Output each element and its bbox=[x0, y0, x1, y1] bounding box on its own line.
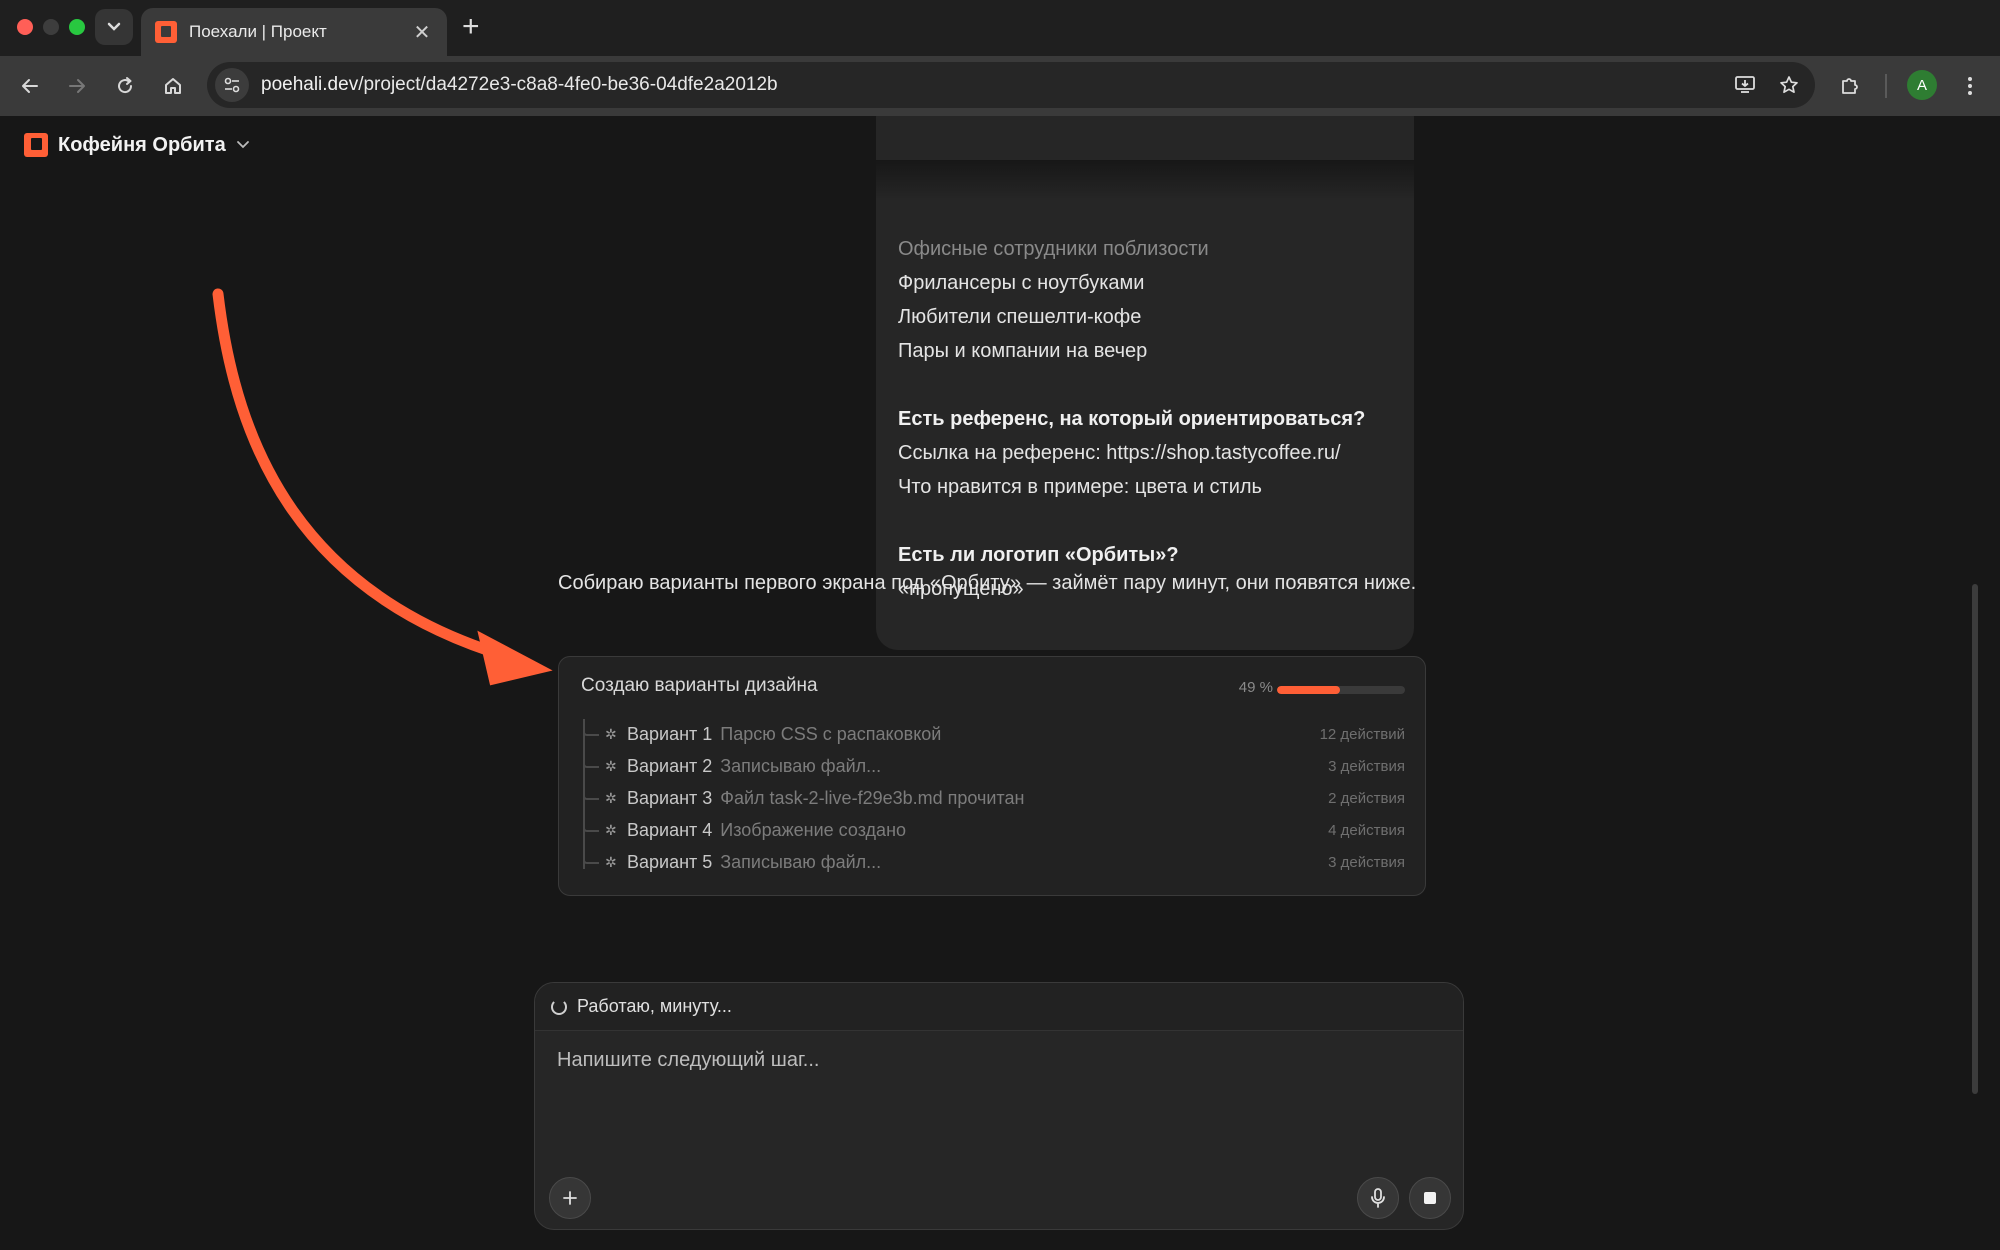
variant-row: ✲ Вариант 1 Парсю CSS с распаковкой 12 д… bbox=[583, 719, 1405, 749]
microphone-icon bbox=[1371, 1188, 1385, 1208]
new-tab-button[interactable]: + bbox=[462, 10, 480, 44]
reload-icon bbox=[118, 77, 133, 94]
variant-actions-count: 2 действия bbox=[1328, 789, 1405, 807]
variant-name: Вариант 5 bbox=[627, 851, 713, 872]
window-minimize-button[interactable] bbox=[43, 19, 59, 35]
tab-close-icon[interactable]: ✕ bbox=[411, 20, 433, 45]
variant-row: ✲ Вариант 5 Записываю файл... 3 действия bbox=[583, 847, 1405, 877]
chevron-down-icon bbox=[107, 22, 121, 31]
arrow-left-icon bbox=[22, 79, 38, 93]
variant-status: Записываю файл... bbox=[720, 851, 882, 872]
arrow-right-icon bbox=[69, 79, 85, 93]
chevron-down-icon bbox=[236, 141, 249, 149]
browser-tab-bar: Поехали | Проект ✕ + bbox=[0, 0, 2000, 56]
variant-status-icon: ✲ bbox=[605, 821, 617, 838]
home-button[interactable] bbox=[155, 68, 191, 104]
plus-icon bbox=[563, 1191, 577, 1205]
audience-item: Фрилансеры с ноутбуками bbox=[898, 272, 1145, 294]
address-bar[interactable]: poehali.dev/project/da4272e3-c8a8-4fe0-b… bbox=[207, 62, 1815, 108]
variant-status: Файл task-2-live-f29e3b.md прочитан bbox=[720, 787, 1025, 808]
extensions-button[interactable] bbox=[1832, 68, 1868, 104]
variant-actions-count: 3 действия bbox=[1328, 757, 1405, 775]
variant-status: Записываю файл... bbox=[720, 755, 882, 776]
project-name: Кофейня Орбита bbox=[58, 133, 226, 156]
variant-status-icon: ✲ bbox=[605, 789, 617, 806]
puzzle-icon bbox=[1842, 78, 1858, 94]
question-reference: Есть референс, на который ориентироватьс… bbox=[898, 408, 1366, 430]
url-path: /project/da4272e3-c8a8-4fe0-be36-04dfe2a… bbox=[358, 74, 778, 95]
variant-actions-count: 12 действий bbox=[1319, 725, 1405, 743]
chat-scrollbar[interactable] bbox=[1972, 584, 1978, 1094]
stop-icon bbox=[1424, 1192, 1436, 1204]
assistant-message: Собираю варианты первого экрана под «Орб… bbox=[558, 572, 1417, 594]
variant-name: Вариант 3 bbox=[627, 787, 713, 808]
url-text: poehali.dev/project/da4272e3-c8a8-4fe0-b… bbox=[261, 74, 1727, 96]
forward-button[interactable] bbox=[59, 68, 95, 104]
stop-generation-button[interactable] bbox=[1409, 1177, 1451, 1219]
profile-avatar[interactable]: A bbox=[1907, 70, 1937, 100]
url-host: poehali.dev bbox=[261, 74, 359, 95]
app-page: Офисные сотрудники поблизости Фрилансеры… bbox=[0, 116, 2000, 1250]
browser-tab-active[interactable]: Поехали | Проект ✕ bbox=[141, 8, 447, 56]
scroll-fade bbox=[0, 160, 2000, 200]
variant-status-icon: ✲ bbox=[605, 725, 617, 742]
home-icon bbox=[165, 78, 181, 94]
reference-link: Ссылка на референс: https://shop.tastyco… bbox=[898, 442, 1341, 464]
variant-status-icon: ✲ bbox=[605, 757, 617, 774]
progress-title: Создаю варианты дизайна bbox=[581, 675, 818, 696]
variant-actions-count: 4 действия bbox=[1328, 821, 1405, 839]
variant-actions-count: 3 действия bbox=[1328, 853, 1405, 871]
brand-logo-icon bbox=[24, 133, 48, 157]
reference-likes: Что нравится в примере: цвета и стиль bbox=[898, 476, 1262, 498]
variant-status: Изображение создано bbox=[720, 819, 907, 840]
window-close-button[interactable] bbox=[17, 19, 33, 35]
spinner-icon bbox=[551, 998, 567, 1015]
variant-status-icon: ✲ bbox=[605, 853, 617, 870]
window-maximize-button[interactable] bbox=[69, 19, 85, 35]
message-input[interactable] bbox=[557, 1049, 1437, 1072]
faded-audience-line: Офисные сотрудники поблизости bbox=[898, 238, 1209, 260]
reload-button[interactable] bbox=[107, 68, 143, 104]
site-info-icon[interactable] bbox=[215, 68, 249, 102]
variant-row: ✲ Вариант 3 Файл task-2-live-f29e3b.md п… bbox=[583, 783, 1405, 813]
voice-input-button[interactable] bbox=[1357, 1177, 1399, 1219]
progress-percent: 49 % bbox=[1238, 679, 1273, 696]
variant-row: ✲ Вариант 2 Записываю файл... 3 действия bbox=[583, 751, 1405, 781]
tab-title: Поехали | Проект bbox=[189, 22, 327, 41]
browser-toolbar: poehali.dev/project/da4272e3-c8a8-4fe0-b… bbox=[0, 56, 2000, 116]
variant-status: Парсю CSS с распаковкой bbox=[720, 723, 942, 744]
audience-item: Пары и компании на вечер bbox=[898, 340, 1148, 362]
message-composer: Работаю, минуту... bbox=[534, 982, 1464, 1230]
browser-menu-button[interactable] bbox=[1952, 68, 1988, 104]
variant-name: Вариант 2 bbox=[627, 755, 713, 776]
progress-bar bbox=[1277, 686, 1405, 694]
install-app-icon[interactable] bbox=[1727, 67, 1763, 103]
tab-search-button[interactable] bbox=[95, 9, 133, 45]
attach-button[interactable] bbox=[549, 1177, 591, 1219]
favicon-icon bbox=[155, 21, 177, 43]
variant-name: Вариант 4 bbox=[627, 819, 713, 840]
toolbar-divider bbox=[1885, 74, 1887, 98]
bookmark-star-icon[interactable] bbox=[1771, 67, 1807, 103]
variant-row: ✲ Вариант 4 Изображение создано 4 действ… bbox=[583, 815, 1405, 845]
more-vertical-icon bbox=[1968, 77, 1972, 95]
working-status-text: Работаю, минуту... bbox=[577, 996, 732, 1016]
audience-item: Любители спешелти-кофе bbox=[898, 306, 1142, 328]
design-progress-card: Создаю варианты дизайна 49 % ✲ Вариант 1… bbox=[558, 656, 1426, 896]
project-switcher[interactable]: Кофейня Орбита bbox=[24, 130, 250, 160]
back-button[interactable] bbox=[12, 68, 48, 104]
variant-name: Вариант 1 bbox=[627, 723, 713, 744]
working-status: Работаю, минуту... bbox=[535, 983, 1463, 1031]
progress-bar-fill bbox=[1277, 686, 1340, 694]
